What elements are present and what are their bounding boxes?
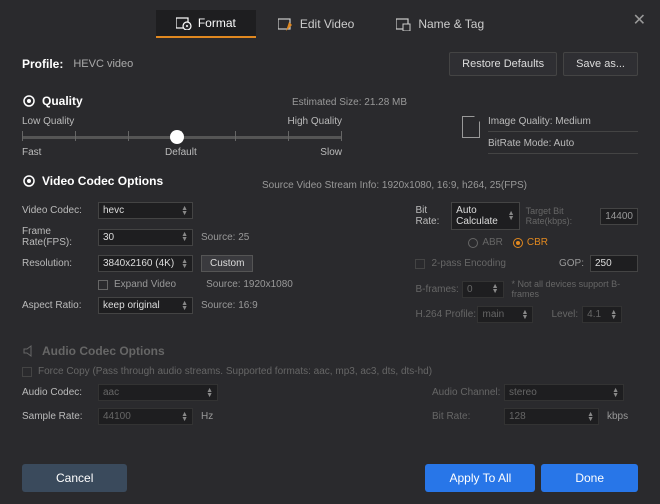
gop-label: GOP: <box>559 258 584 269</box>
footer: Cancel Apply To All Done <box>0 452 660 504</box>
tab-format-label: Format <box>198 16 236 30</box>
speaker-icon <box>22 344 36 358</box>
audio-bitrate-select[interactable]: 128▲▼ <box>504 408 599 425</box>
audio-codec-label: Audio Codec: <box>22 387 98 398</box>
target-bitrate-input[interactable]: 14400 <box>600 208 638 225</box>
done-button[interactable]: Done <box>541 464 638 492</box>
resolution-label: Resolution: <box>22 258 98 269</box>
tag-icon <box>396 17 412 31</box>
edit-icon <box>278 17 294 31</box>
gear-icon <box>22 94 36 108</box>
fps-label: Frame Rate(FPS): <box>22 226 98 248</box>
profile-row: Profile: HEVC video Restore Defaults Sav… <box>22 52 638 76</box>
preview-info: Image Quality: Medium BitRate Mode: Auto <box>462 116 638 160</box>
h264-profile-select: main▲▼ <box>477 306 533 323</box>
audio-bitrate-label: Bit Rate: <box>432 411 504 422</box>
apply-to-all-button[interactable]: Apply To All <box>425 464 535 492</box>
custom-button[interactable]: Custom <box>201 255 253 272</box>
audio-codec-select[interactable]: aac▲▼ <box>98 384 218 401</box>
bframes-label: B-frames: <box>415 284 461 295</box>
profile-label: Profile: <box>22 57 63 71</box>
source-video-info: Source Video Stream Info: 1920x1080, 16:… <box>262 180 527 191</box>
kbps-label: kbps <box>607 411 628 422</box>
resolution-select[interactable]: 3840x2160 (4K)▲▼ <box>98 255 193 272</box>
bitrate-mode-info: BitRate Mode: Auto <box>488 138 638 154</box>
slider-thumb[interactable] <box>170 130 184 144</box>
high-quality-label: High Quality <box>288 116 342 127</box>
profile-name: HEVC video <box>73 58 133 70</box>
quality-heading: Quality <box>22 94 262 108</box>
video-codec-heading: Video Codec Options <box>22 174 242 188</box>
estimated-size: Estimated Size: 21.28 MB <box>292 97 407 108</box>
bframes-note: * Not all devices support B-frames <box>512 279 638 299</box>
bframes-select: 0▲▼ <box>462 281 504 298</box>
restore-defaults-button[interactable]: Restore Defaults <box>449 52 557 76</box>
video-codec-label: Video Codec: <box>22 205 98 216</box>
tab-edit-label: Edit Video <box>300 17 355 31</box>
slow-label: Slow <box>320 147 342 158</box>
tab-name[interactable]: Name & Tag <box>376 10 504 38</box>
force-copy-label: Force Copy (Pass through audio streams. … <box>38 366 432 377</box>
tab-format[interactable]: Format <box>156 10 256 38</box>
audio-channel-select[interactable]: stereo▲▼ <box>504 384 624 401</box>
h264-profile-label: H.264 Profile: <box>415 309 477 320</box>
close-icon[interactable]: ✕ <box>633 10 646 30</box>
video-codec-select[interactable]: hevc▲▼ <box>98 202 193 219</box>
tabs: Format Edit Video Name & Tag ✕ <box>0 0 660 38</box>
fps-select[interactable]: 30▲▼ <box>98 229 193 246</box>
cbr-radio[interactable] <box>513 238 523 248</box>
aspect-source: Source: 16:9 <box>201 300 258 311</box>
cbr-label: CBR <box>527 237 548 248</box>
bitrate-select[interactable]: Auto Calculate▲▼ <box>451 202 519 230</box>
gear-icon <box>22 174 36 188</box>
expand-video-checkbox[interactable] <box>98 280 108 290</box>
force-copy-checkbox[interactable] <box>22 367 32 377</box>
bitrate-label: Bit Rate: <box>415 205 451 227</box>
target-bitrate-label: Target Bit Rate(kbps): <box>526 206 597 226</box>
gop-input[interactable]: 250 <box>590 255 638 272</box>
format-icon <box>176 16 192 30</box>
audio-channel-label: Audio Channel: <box>432 387 504 398</box>
sample-rate-select[interactable]: 44100▲▼ <box>98 408 193 425</box>
fps-source: Source: 25 <box>201 232 249 243</box>
level-select: 4.1▲▼ <box>582 306 622 323</box>
resolution-source: Source: 1920x1080 <box>206 279 293 290</box>
tab-name-label: Name & Tag <box>418 17 484 31</box>
level-label: Level: <box>551 309 578 320</box>
aspect-label: Aspect Ratio: <box>22 300 98 311</box>
twopass-label: 2-pass Encoding <box>431 258 506 269</box>
audio-codec-heading: Audio Codec Options <box>22 344 638 358</box>
sample-rate-label: Sample Rate: <box>22 411 98 422</box>
twopass-checkbox[interactable] <box>415 259 425 269</box>
save-as-button[interactable]: Save as... <box>563 52 638 76</box>
low-quality-label: Low Quality <box>22 116 74 127</box>
fast-label: Fast <box>22 147 41 158</box>
tab-edit[interactable]: Edit Video <box>258 10 375 38</box>
cancel-button[interactable]: Cancel <box>22 464 127 492</box>
default-label: Default <box>165 147 197 158</box>
quality-slider[interactable] <box>22 131 342 141</box>
abr-label: ABR <box>482 237 503 248</box>
expand-video-label: Expand Video <box>114 279 176 290</box>
hz-label: Hz <box>201 411 213 422</box>
page-icon <box>462 116 480 138</box>
aspect-select[interactable]: keep original▲▼ <box>98 297 193 314</box>
image-quality-info: Image Quality: Medium <box>488 116 638 132</box>
abr-radio[interactable] <box>468 238 478 248</box>
